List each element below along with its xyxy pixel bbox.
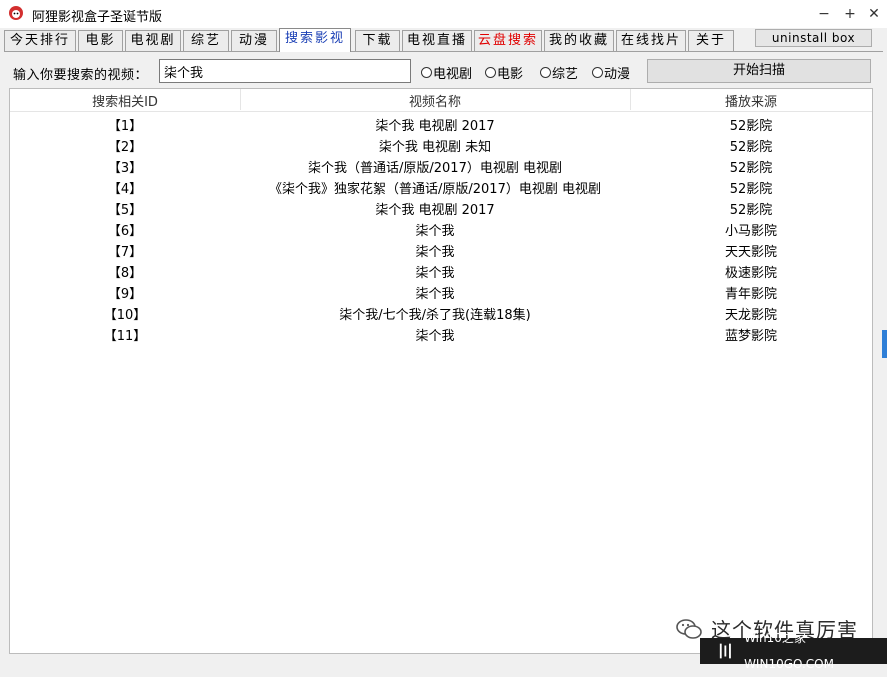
- row-video-name: 柒个我 电视剧 2017: [375, 119, 495, 134]
- row-id: 【5】: [107, 203, 143, 218]
- header-play-source[interactable]: 播放来源: [630, 91, 872, 110]
- radio-movie[interactable]: 电影: [485, 63, 523, 82]
- row-id: 【6】: [107, 224, 143, 239]
- row-id: 【7】: [107, 245, 143, 260]
- list-header: 搜索相关ID 视频名称 播放来源: [10, 89, 872, 112]
- window-title: 阿狸影视盒子圣诞节版: [32, 10, 163, 25]
- table-row[interactable]: 【10】 柒个我/七个我/杀了我(连载18集) 天龙影院: [10, 302, 872, 323]
- table-row[interactable]: 【5】 柒个我 电视剧 2017 52影院: [10, 197, 872, 218]
- row-id: 【1】: [107, 119, 143, 134]
- table-row[interactable]: 【1】 柒个我 电视剧 2017 52影院: [10, 113, 872, 134]
- search-input[interactable]: [159, 59, 411, 83]
- uninstall-button[interactable]: uninstall box: [755, 29, 872, 47]
- tab-tv-series[interactable]: 电视剧: [125, 30, 181, 51]
- tab-online-find[interactable]: 在线找片: [616, 30, 686, 51]
- radio-variety[interactable]: 综艺: [540, 63, 578, 82]
- row-source: 青年影院: [724, 287, 777, 302]
- row-id: 【4】: [107, 182, 143, 197]
- windows-logo-icon: [719, 643, 731, 659]
- row-video-name: 柒个我: [415, 245, 455, 260]
- row-source: 52影院: [729, 203, 773, 218]
- radio-label: 电视剧: [433, 67, 473, 82]
- radio-label: 电影: [497, 67, 524, 82]
- row-id: 【2】: [107, 140, 143, 155]
- wechat-icon: [676, 618, 702, 639]
- row-id: 【3】: [107, 161, 143, 176]
- table-row[interactable]: 【11】 柒个我 蓝梦影院: [10, 323, 872, 344]
- tab-anime[interactable]: 动漫: [231, 30, 277, 51]
- row-id: 【8】: [107, 266, 143, 281]
- row-video-name: 柒个我: [415, 224, 455, 239]
- close-button[interactable]: ✕: [862, 4, 886, 24]
- row-video-name: 柒个我 电视剧 未知: [378, 140, 492, 155]
- table-row[interactable]: 【4】 《柒个我》独家花絮（普通话/原版/2017）电视剧 电视剧 52影院: [10, 176, 872, 197]
- minimize-button[interactable]: −: [812, 4, 836, 24]
- radio-circle-icon: [421, 67, 432, 78]
- header-video-name[interactable]: 视频名称: [240, 91, 630, 110]
- radio-circle-icon: [592, 67, 603, 78]
- row-id: 【9】: [107, 287, 143, 302]
- radio-anime[interactable]: 动漫: [592, 63, 630, 82]
- tab-cloud-search[interactable]: 云盘搜索: [474, 30, 542, 51]
- tab-download[interactable]: 下载: [355, 30, 400, 51]
- maximize-button[interactable]: +: [838, 4, 862, 24]
- radio-circle-icon: [540, 67, 551, 78]
- header-search-id[interactable]: 搜索相关ID: [10, 91, 240, 110]
- tab-about[interactable]: 关于: [688, 30, 734, 51]
- radio-label: 动漫: [604, 67, 631, 82]
- row-source: 小马影院: [724, 224, 777, 239]
- start-scan-button[interactable]: 开始扫描: [647, 59, 871, 83]
- row-source: 天天影院: [724, 245, 777, 260]
- results-list[interactable]: 搜索相关ID 视频名称 播放来源 【1】 柒个我 电视剧 2017 52影院 【…: [9, 88, 873, 654]
- tab-live-tv[interactable]: 电视直播: [402, 30, 472, 51]
- row-source: 52影院: [729, 161, 773, 176]
- tab-search-video[interactable]: 搜索影视: [279, 28, 351, 52]
- row-video-name: 柒个我/七个我/杀了我(连载18集): [339, 308, 531, 323]
- tab-movies[interactable]: 电影: [78, 30, 123, 51]
- row-source: 极速影院: [724, 266, 777, 281]
- side-edge-marker: [882, 330, 887, 358]
- row-source: 蓝梦影院: [724, 329, 777, 344]
- title-bar: 阿狸影视盒子圣诞节版 − + ✕: [0, 0, 887, 28]
- table-row[interactable]: 【8】 柒个我 极速影院: [10, 260, 872, 281]
- row-video-name: 柒个我: [415, 329, 455, 344]
- site-badge-text: Win10之家 WIN10GO.COM: [744, 631, 834, 671]
- row-video-name: 柒个我 电视剧 2017: [375, 203, 495, 218]
- radio-label: 综艺: [552, 67, 579, 82]
- row-video-name: 柒个我: [415, 266, 455, 281]
- row-id: 【10】: [103, 308, 147, 323]
- radio-circle-icon: [485, 67, 496, 78]
- row-video-name: 柒个我: [415, 287, 455, 302]
- search-label: 输入你要搜索的视频：: [13, 68, 149, 83]
- radio-tv-series[interactable]: 电视剧: [421, 63, 472, 82]
- table-row[interactable]: 【7】 柒个我 天天影院: [10, 239, 872, 260]
- site-badge: Win10之家 WIN10GO.COM: [700, 631, 887, 671]
- row-source: 52影院: [729, 140, 773, 155]
- table-row[interactable]: 【3】 柒个我（普通话/原版/2017）电视剧 电视剧 52影院: [10, 155, 872, 176]
- row-video-name: 柒个我（普通话/原版/2017）电视剧 电视剧: [308, 161, 562, 176]
- row-source: 天龙影院: [724, 308, 777, 323]
- row-video-name: 《柒个我》独家花絮（普通话/原版/2017）电视剧 电视剧: [269, 182, 601, 197]
- tab-baseline: [4, 51, 883, 52]
- tab-today-ranking[interactable]: 今天排行: [4, 30, 76, 51]
- tab-favorites[interactable]: 我的收藏: [544, 30, 614, 51]
- row-source: 52影院: [729, 182, 773, 197]
- app-logo-icon: [9, 6, 23, 20]
- row-id: 【11】: [103, 329, 147, 344]
- table-row[interactable]: 【9】 柒个我 青年影院: [10, 281, 872, 302]
- table-row[interactable]: 【6】 柒个我 小马影院: [10, 218, 872, 239]
- table-row[interactable]: 【2】 柒个我 电视剧 未知 52影院: [10, 134, 872, 155]
- row-source: 52影院: [729, 119, 773, 134]
- tab-variety[interactable]: 综艺: [183, 30, 229, 51]
